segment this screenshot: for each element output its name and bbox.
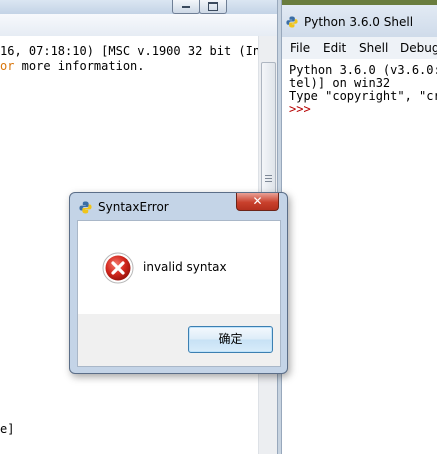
python-shell-window: Python 3.6.0 Shell File Edit Shell Debug… xyxy=(282,0,437,454)
python-shell-titlebar[interactable]: Python 3.6.0 Shell xyxy=(282,5,437,37)
shell-prompt: >>> xyxy=(289,102,311,116)
minimize-button[interactable] xyxy=(172,0,200,14)
console-line: 16, 07:18:10) [MSC v.1900 32 bit (In xyxy=(0,44,261,58)
python-icon xyxy=(286,16,298,28)
maximize-icon xyxy=(200,0,226,13)
shell-line: tel)] on win32 xyxy=(289,76,391,90)
menu-item-file[interactable]: File xyxy=(290,41,310,55)
menu-item-edit[interactable]: Edit xyxy=(323,41,346,55)
close-icon: ✕ xyxy=(252,194,263,208)
menu-bar: File Edit Shell Debug xyxy=(282,37,437,60)
scrollbar-grip-icon xyxy=(265,175,272,183)
python-icon xyxy=(79,201,92,214)
close-button[interactable]: ✕ xyxy=(236,193,279,211)
menu-item-shell[interactable]: Shell xyxy=(359,41,388,55)
console-line-fragment: e] xyxy=(0,422,15,436)
left-menubar xyxy=(0,14,277,37)
dialog-footer: 确定 xyxy=(77,314,281,367)
console-keyword: or xyxy=(0,59,15,73)
shell-line: Python 3.6.0 (v3.6.0: xyxy=(289,63,437,77)
menu-item-debug[interactable]: Debug xyxy=(400,41,437,55)
minimize-icon xyxy=(173,0,199,13)
left-titlebar xyxy=(0,0,277,15)
shell-line: Type "copyright", "cr xyxy=(289,89,437,103)
ok-button[interactable]: 确定 xyxy=(188,326,273,353)
dialog-title: SyntaxError xyxy=(98,200,169,214)
shell-output[interactable]: Python 3.6.0 (v3.6.0: tel)] on win32 Typ… xyxy=(282,59,437,454)
console-line-text: more information. xyxy=(14,59,145,73)
console-line: or more information. xyxy=(0,59,145,74)
syntax-error-dialog: SyntaxError ✕ invalid syntax 确定 xyxy=(69,192,288,374)
error-icon xyxy=(102,252,134,284)
maximize-button[interactable] xyxy=(199,0,227,14)
error-message: invalid syntax xyxy=(143,260,227,274)
dialog-body: invalid syntax xyxy=(77,220,281,315)
window-title: Python 3.6.0 Shell xyxy=(304,15,414,29)
